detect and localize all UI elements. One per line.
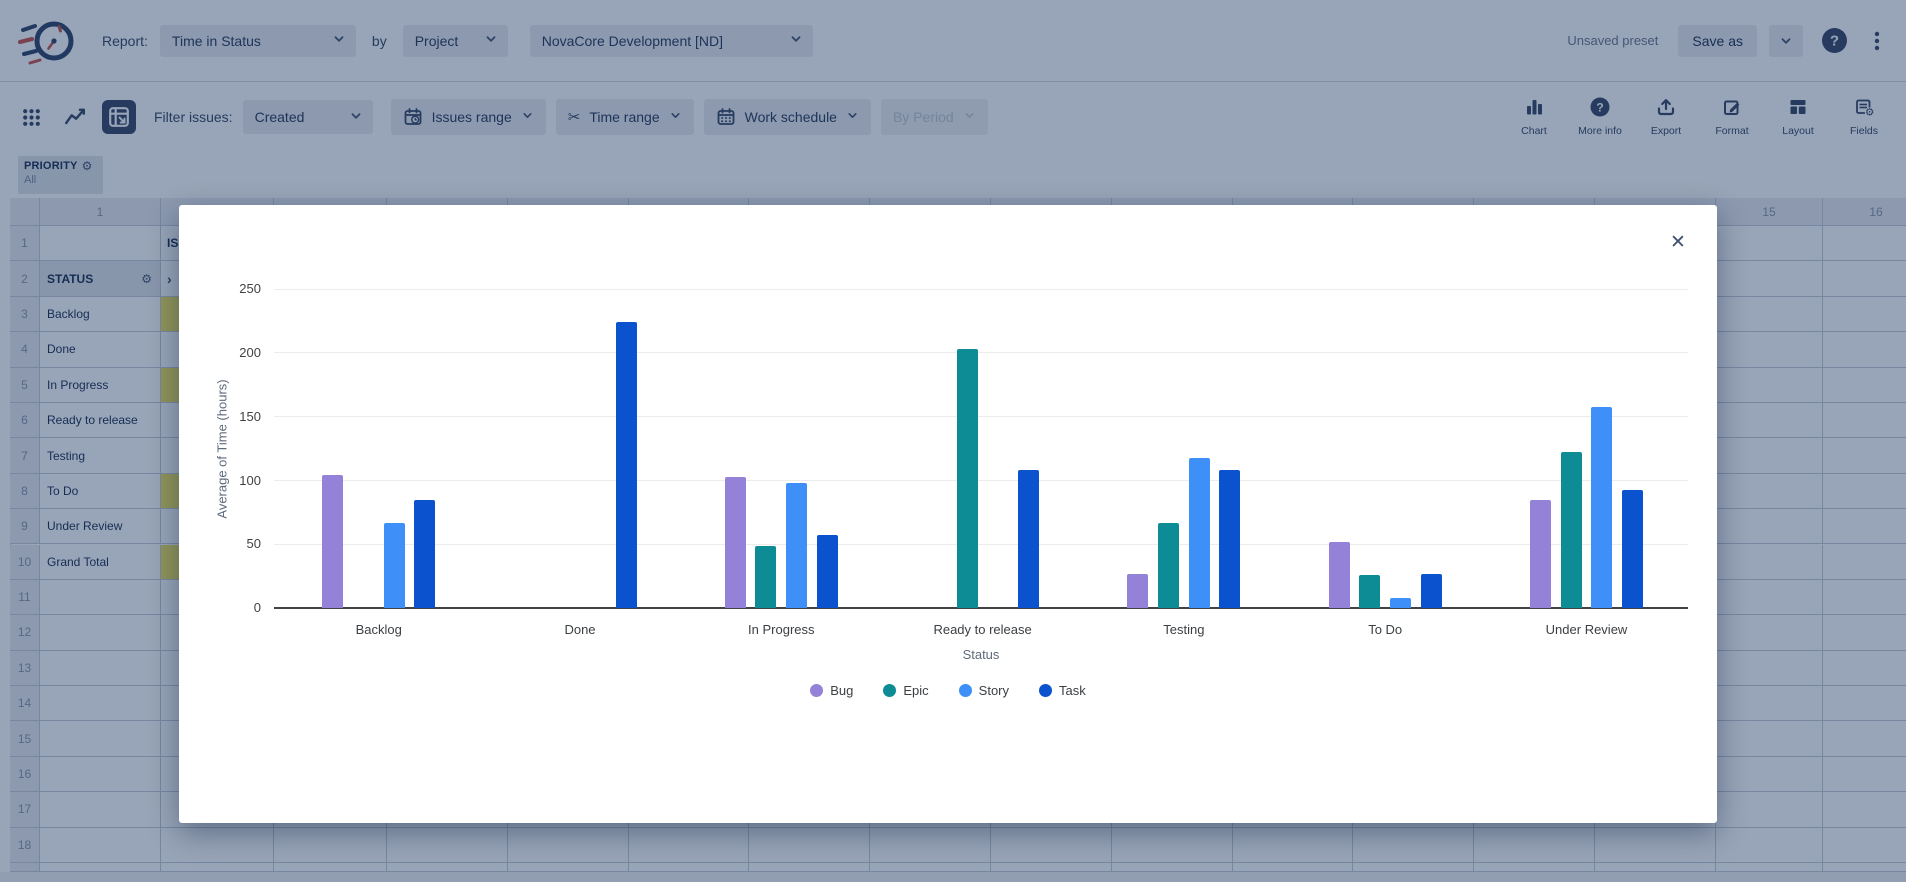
y-tick-label: 250 (213, 281, 261, 296)
x-category-label: Backlog (289, 622, 469, 637)
legend-dot (1039, 684, 1052, 697)
gridline (274, 289, 1688, 290)
legend-label: Epic (903, 683, 928, 698)
bar-story-testing[interactable] (1189, 458, 1210, 609)
bar-bug-testing[interactable] (1127, 574, 1148, 608)
x-axis-line (274, 607, 1688, 609)
bar-task-under-review[interactable] (1622, 490, 1643, 609)
bar-story-backlog[interactable] (384, 523, 405, 609)
bar-epic-to-do[interactable] (1359, 575, 1380, 608)
gridline (274, 416, 1688, 417)
gridline (274, 544, 1688, 545)
bar-bug-in-progress[interactable] (725, 477, 746, 609)
bar-story-under-review[interactable] (1591, 407, 1612, 609)
legend-label: Bug (830, 683, 853, 698)
y-tick-label: 50 (213, 536, 261, 551)
bar-bug-to-do[interactable] (1329, 542, 1350, 608)
gridline (274, 480, 1688, 481)
x-category-label: In Progress (691, 622, 871, 637)
chart-legend: Bug Epic Story Task (179, 683, 1717, 698)
legend-item-bug[interactable]: Bug (810, 683, 853, 698)
y-tick-label: 0 (213, 600, 261, 615)
x-category-label: Done (490, 622, 670, 637)
legend-item-epic[interactable]: Epic (883, 683, 928, 698)
legend-label: Story (979, 683, 1009, 698)
bar-epic-in-progress[interactable] (755, 546, 776, 609)
bar-story-in-progress[interactable] (786, 483, 807, 608)
legend-item-story[interactable]: Story (959, 683, 1009, 698)
x-category-label: Under Review (1497, 622, 1677, 637)
bar-task-backlog[interactable] (414, 500, 435, 609)
bar-bug-backlog[interactable] (322, 475, 343, 608)
bar-task-to-do[interactable] (1421, 574, 1442, 608)
legend-dot (883, 684, 896, 697)
chart-modal: ✕ 050100150200250Average of Time (hours)… (179, 205, 1717, 823)
x-category-label: Ready to release (893, 622, 1073, 637)
bar-task-testing[interactable] (1219, 470, 1240, 608)
chart-area: 050100150200250Average of Time (hours)Ba… (179, 205, 1717, 823)
y-axis-title: Average of Time (hours) (215, 379, 230, 518)
legend-item-task[interactable]: Task (1039, 683, 1086, 698)
bar-task-done[interactable] (616, 322, 637, 608)
legend-label: Task (1059, 683, 1086, 698)
x-category-label: To Do (1295, 622, 1475, 637)
gridline (274, 352, 1688, 353)
bar-epic-ready-to-release[interactable] (957, 349, 978, 608)
bar-story-to-do[interactable] (1390, 598, 1411, 608)
bar-bug-under-review[interactable] (1530, 500, 1551, 609)
app-window: Report: Time in Status by Project NovaCo… (0, 0, 1906, 882)
x-category-label: Testing (1094, 622, 1274, 637)
bar-task-in-progress[interactable] (817, 535, 838, 608)
x-axis-title: Status (274, 647, 1688, 662)
bar-epic-testing[interactable] (1158, 523, 1179, 609)
legend-dot (959, 684, 972, 697)
bar-epic-under-review[interactable] (1561, 452, 1582, 608)
bar-task-ready-to-release[interactable] (1018, 470, 1039, 608)
legend-dot (810, 684, 823, 697)
y-tick-label: 200 (213, 345, 261, 360)
